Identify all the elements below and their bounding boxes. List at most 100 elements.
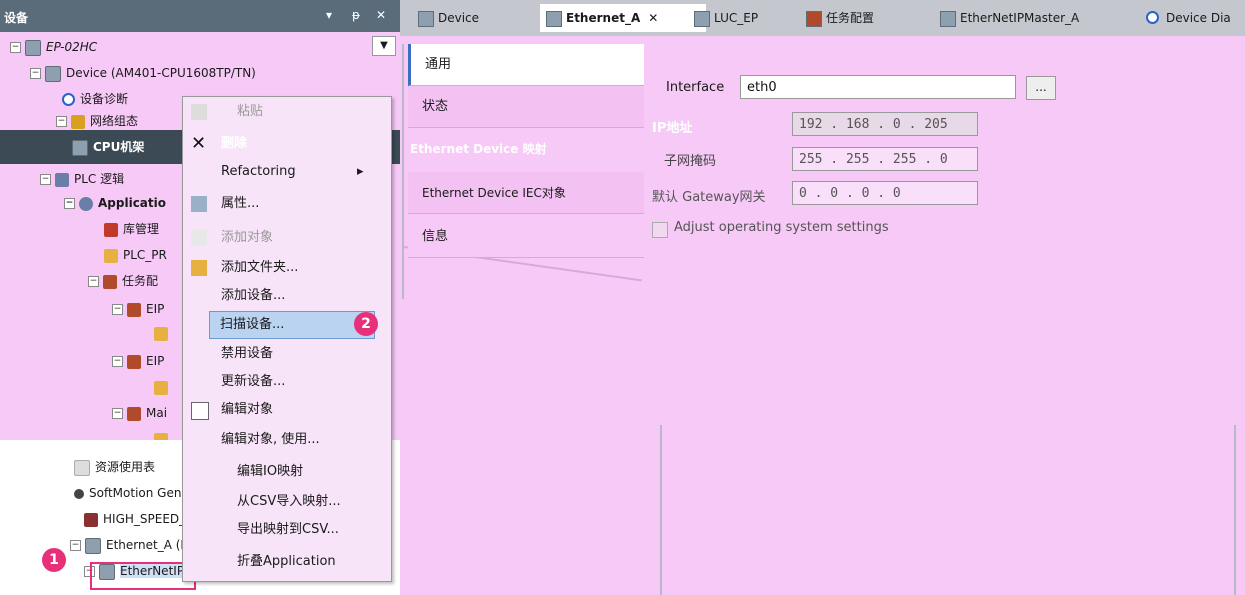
call-icon: [154, 326, 168, 341]
collapse-icon[interactable]: −: [112, 304, 123, 315]
side-tab-mapping[interactable]: Ethernet Device 映射: [410, 140, 547, 157]
menu-item-import-csv[interactable]: 从CSV导入映射...: [183, 489, 373, 515]
tree-item-task-config[interactable]: − 任务配: [88, 270, 158, 292]
menu-item-add-device[interactable]: 添加设备...: [183, 283, 373, 309]
search-icon: [62, 93, 75, 106]
interface-input[interactable]: eth0: [740, 75, 1016, 99]
adjust-os-checkbox[interactable]: [652, 222, 668, 238]
collapse-icon[interactable]: −: [40, 174, 51, 185]
menu-item-delete[interactable]: ✕ 删除: [183, 131, 373, 157]
menu-item-refactoring[interactable]: Refactoring ▸: [183, 159, 373, 185]
step-badge-1: 1: [42, 548, 66, 572]
menu-item-edit-object-with[interactable]: 编辑对象, 使用...: [183, 427, 373, 453]
menu-item-paste[interactable]: 粘贴: [183, 99, 373, 125]
tree-item-eip-2[interactable]: − EIP: [112, 350, 164, 372]
collapse-icon[interactable]: −: [112, 356, 123, 367]
table-icon: [74, 459, 90, 476]
gateway-input[interactable]: 0 . 0 . 0 . 0: [792, 181, 978, 205]
subnet-label: 子网掩码: [664, 154, 717, 169]
add-object-icon: [191, 230, 207, 246]
pin-icon[interactable]: ᵽ: [352, 8, 360, 22]
collapse-icon[interactable]: −: [70, 540, 81, 551]
devices-panel-title: 设备: [4, 11, 29, 25]
menu-item-edit-io-mapping[interactable]: 编辑IO映射: [183, 459, 373, 485]
tree-item-cpu-rack[interactable]: CPU机架: [72, 136, 144, 158]
edit-icon: [191, 402, 209, 420]
editor-divider: [402, 44, 404, 299]
tree-item-main[interactable]: − Mai: [112, 402, 167, 424]
io-icon: [84, 512, 98, 527]
tree-item-application[interactable]: − Applicatio: [64, 192, 166, 214]
tree-item-eip-1[interactable]: − EIP: [112, 298, 164, 320]
tab-ethernet-a[interactable]: Ethernet_A ✕: [540, 4, 706, 32]
task-icon: [806, 11, 822, 27]
menu-item-disable-device[interactable]: 禁用设备: [183, 341, 373, 367]
collapse-icon[interactable]: −: [88, 276, 99, 287]
rack-icon: [72, 139, 88, 156]
side-tab-status[interactable]: 状态: [408, 86, 644, 128]
delete-icon: ✕: [191, 133, 207, 154]
tree-item-plc-prg[interactable]: PLC_PR: [104, 244, 167, 266]
gateway-label: 默认 Gateway网关: [652, 190, 766, 205]
network-icon: [71, 114, 85, 129]
menu-item-scan-devices[interactable]: 扫描设备...: [209, 311, 375, 339]
menu-item-add-folder[interactable]: 添加文件夹...: [183, 255, 373, 281]
close-panel-icon[interactable]: ✕: [376, 8, 386, 22]
editor-divider: [1234, 425, 1236, 595]
device-icon: [45, 65, 61, 82]
tree-item-library[interactable]: 库管理: [104, 218, 159, 240]
library-icon: [104, 222, 118, 237]
device-icon: [418, 11, 434, 27]
collapse-icon[interactable]: −: [30, 68, 41, 79]
softmotion-icon: [74, 488, 84, 499]
tree-item-plc-logic[interactable]: − PLC 逻辑: [40, 168, 124, 190]
editor-tabs: Device Ethernet_A ✕ LUC_EP 任务配置 EtherNetI…: [400, 0, 1245, 36]
adjust-os-label: Adjust operating system settings: [674, 220, 889, 235]
device-icon: [694, 11, 710, 27]
tree-item-softmotion[interactable]: SoftMotion Gene: [74, 482, 189, 504]
tab-device-diagnostics[interactable]: Device Dia: [1140, 4, 1245, 32]
tab-task-config[interactable]: 任务配置: [800, 4, 936, 32]
task-icon: [127, 354, 141, 369]
tree-dropdown-icon[interactable]: ▼: [372, 36, 396, 56]
side-tab-general[interactable]: 通用: [408, 44, 644, 86]
folder-icon: [191, 260, 207, 276]
close-tab-icon[interactable]: ✕: [648, 11, 658, 25]
interface-label: Interface: [666, 80, 725, 95]
menu-item-collapse-application[interactable]: 折叠Application: [183, 549, 373, 575]
menu-item-update-device[interactable]: 更新设备...: [183, 369, 373, 395]
task-icon: [127, 302, 141, 317]
tree-item-device[interactable]: − Device (AM401-CPU1608TP/TN): [30, 62, 256, 84]
ip-address-input[interactable]: 192 . 168 . 0 . 205: [792, 112, 978, 136]
tree-item-high-speed[interactable]: HIGH_SPEED_: [84, 508, 185, 530]
ip-label: IP地址: [652, 121, 693, 136]
tree-item-eip-2-call[interactable]: [154, 376, 173, 398]
side-tab-info[interactable]: 信息: [408, 216, 644, 258]
tab-ethernetip-master[interactable]: EtherNetIPMaster_A: [934, 4, 1130, 32]
tree-item-project[interactable]: − EP-02HC: [10, 36, 97, 58]
menu-item-export-csv[interactable]: 导出映射到CSV...: [183, 517, 373, 543]
tree-item-diagnostics[interactable]: 设备诊断: [62, 88, 128, 110]
panel-menu-icon[interactable]: ▾: [326, 8, 332, 22]
menu-item-edit-object[interactable]: 编辑对象: [183, 397, 373, 423]
selection-highlight: [90, 562, 196, 590]
collapse-icon[interactable]: −: [112, 408, 123, 419]
collapse-icon[interactable]: −: [64, 198, 75, 209]
menu-item-properties[interactable]: 属性...: [183, 191, 373, 217]
tree-item-eip-1-call[interactable]: [154, 322, 173, 344]
devices-panel-header: 设备 ▾ ᵽ ✕: [0, 0, 400, 32]
subnet-input[interactable]: 255 . 255 . 255 . 0: [792, 147, 978, 171]
device-icon: [85, 537, 101, 554]
task-icon: [103, 274, 117, 289]
tab-luc-ep[interactable]: LUC_EP: [688, 4, 810, 32]
side-tab-iec-objects[interactable]: Ethernet Device IEC对象: [408, 172, 644, 214]
tab-device[interactable]: Device: [412, 4, 538, 32]
collapse-icon[interactable]: −: [10, 42, 21, 53]
browse-button[interactable]: ...: [1026, 76, 1056, 100]
collapse-icon[interactable]: −: [56, 116, 67, 127]
tree-item-ethernet-a[interactable]: − Ethernet_A (Eth: [70, 534, 200, 556]
tree-item-network[interactable]: − 网络组态: [56, 110, 138, 132]
tree-item-resources[interactable]: 资源使用表: [74, 456, 155, 478]
menu-item-add-object[interactable]: 添加对象: [183, 225, 373, 251]
task-icon: [127, 406, 141, 421]
